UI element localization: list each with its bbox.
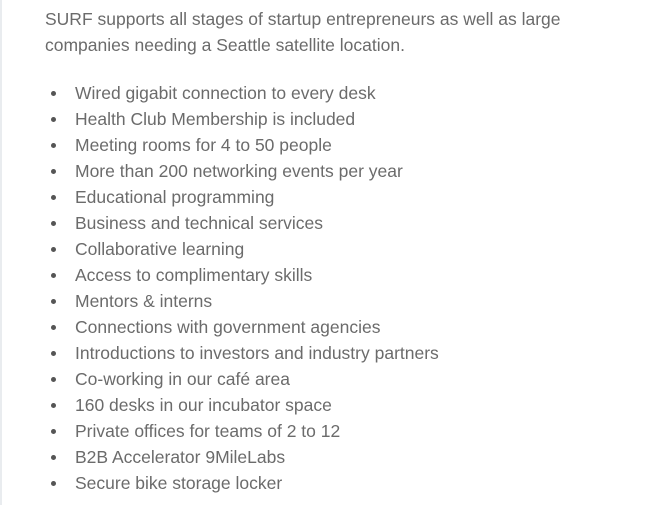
list-item: Educational programming [45, 184, 635, 210]
list-item-text: Private offices for teams of 2 to 12 [75, 421, 341, 441]
bullet-icon [51, 169, 56, 174]
list-item-text: B2B Accelerator 9MileLabs [75, 447, 286, 467]
bullet-icon [51, 247, 56, 252]
bullet-icon [51, 143, 56, 148]
list-item-text: Secure bike storage locker [75, 473, 283, 493]
list-item-text: Introductions to investors and industry … [75, 343, 439, 363]
bullet-icon [51, 299, 56, 304]
list-item: Access to complimentary skills [45, 262, 635, 288]
list-item: Wired gigabit connection to every desk [45, 80, 635, 106]
bullet-icon [51, 221, 56, 226]
list-item-text: Wired gigabit connection to every desk [75, 83, 376, 103]
left-border-rule [0, 0, 2, 505]
list-item: Secure bike storage locker [45, 470, 635, 496]
list-item: 160 desks in our incubator space [45, 392, 635, 418]
list-item: Co-working in our café area [45, 366, 635, 392]
list-item: B2B Accelerator 9MileLabs [45, 444, 635, 470]
list-item: Collaborative learning [45, 236, 635, 262]
bullet-icon [51, 325, 56, 330]
bullet-icon [51, 351, 56, 356]
list-item: Mentors & interns [45, 288, 635, 314]
list-item-text: 160 desks in our incubator space [75, 395, 332, 415]
bullet-icon [51, 91, 56, 96]
list-item-text: Access to complimentary skills [75, 265, 313, 285]
list-item-text: Business and technical services [75, 213, 324, 233]
intro-paragraph: SURF supports all stages of startup entr… [45, 9, 561, 55]
bullet-icon [51, 195, 56, 200]
bullet-icon [51, 429, 56, 434]
list-item-text: Educational programming [75, 187, 275, 207]
list-item: Health Club Membership is included [45, 106, 635, 132]
bullet-icon [51, 273, 56, 278]
list-item-text: Connections with government agencies [75, 317, 381, 337]
list-item: Introductions to investors and industry … [45, 340, 635, 366]
list-item: Business and technical services [45, 210, 635, 236]
content-section: SURF supports all stages of startup entr… [45, 6, 635, 496]
list-item: Connections with government agencies [45, 314, 635, 340]
list-item: More than 200 networking events per year [45, 158, 635, 184]
list-item-text: More than 200 networking events per year [75, 161, 403, 181]
list-item-text: Meeting rooms for 4 to 50 people [75, 135, 332, 155]
features-list: Wired gigabit connection to every desk H… [45, 80, 635, 496]
list-item: Private offices for teams of 2 to 12 [45, 418, 635, 444]
bullet-icon [51, 481, 56, 486]
bullet-icon [51, 455, 56, 460]
bullet-icon [51, 117, 56, 122]
list-item-text: Mentors & interns [75, 291, 213, 311]
list-item: Meeting rooms for 4 to 50 people [45, 132, 635, 158]
list-item-text: Collaborative learning [75, 239, 245, 259]
list-item-text: Health Club Membership is included [75, 109, 356, 129]
bullet-icon [51, 403, 56, 408]
list-item-text: Co-working in our café area [75, 369, 290, 389]
bullet-icon [51, 377, 56, 382]
